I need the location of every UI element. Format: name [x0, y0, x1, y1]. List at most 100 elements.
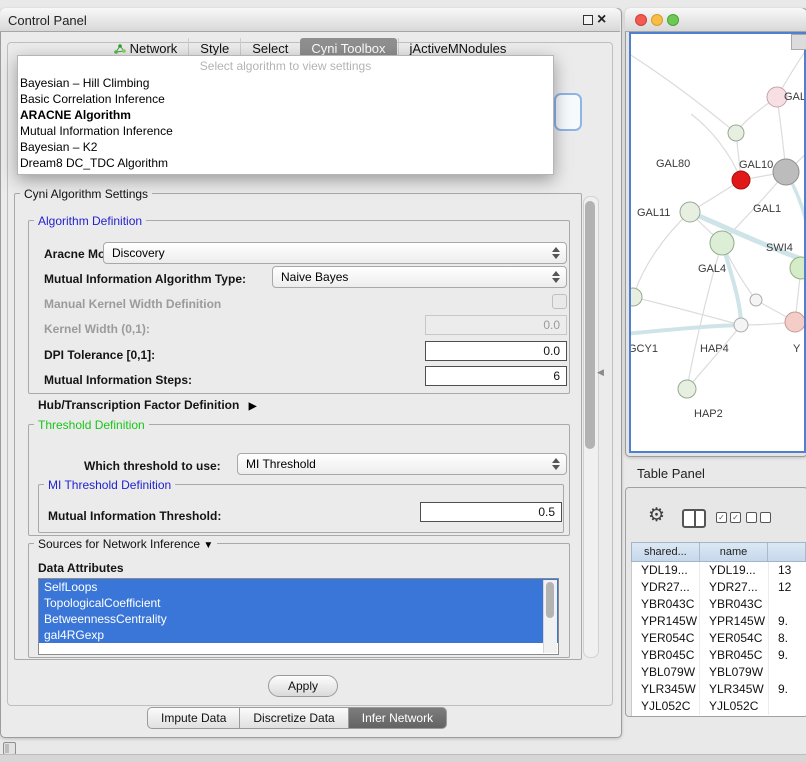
panel-divider-arrow[interactable]: ◀ — [597, 367, 604, 378]
aracne-mode-combo[interactable]: Discovery — [103, 242, 567, 264]
settings-scrollbar-thumb[interactable] — [585, 201, 595, 449]
tab-infer-network[interactable]: Infer Network — [349, 707, 447, 729]
algorithm-option[interactable]: Bayesian – K2 — [18, 139, 553, 155]
algorithm-combo-fragment[interactable] — [554, 93, 582, 131]
mi-type-combo[interactable]: Naive Bayes — [272, 266, 567, 288]
node-label: GAL4 — [698, 263, 726, 275]
apply-button[interactable]: Apply — [268, 675, 338, 697]
table-row[interactable]: YER054C YER054C 8. — [632, 630, 806, 647]
network-node[interactable] — [773, 159, 799, 185]
mi-threshold-label: Mutual Information Threshold: — [48, 509, 221, 523]
network-node[interactable] — [710, 231, 734, 255]
cell: YER054C — [700, 630, 769, 647]
table-row[interactable]: YDR27... YDR27... 12 — [632, 579, 806, 596]
network-node[interactable] — [680, 202, 700, 222]
canvas-scrollbar-fragment[interactable] — [791, 34, 806, 50]
table-row[interactable]: YBR045C YBR045C 9. — [632, 647, 806, 664]
table-row[interactable]: YDL19... YDL19... 13 — [632, 562, 806, 579]
which-threshold-value: MI Threshold — [246, 457, 316, 471]
algorithm-option-selected[interactable]: ARACNE Algorithm — [18, 107, 553, 123]
close-icon[interactable]: × — [597, 12, 606, 28]
node-label: Y — [793, 343, 801, 355]
manual-kernel-checkbox[interactable] — [552, 294, 567, 309]
list-item-selected[interactable]: gal4RGexp — [39, 627, 558, 643]
clear-all-checkboxes-icon[interactable] — [746, 512, 771, 523]
cell: 8. — [769, 630, 806, 647]
network-node[interactable] — [631, 288, 642, 306]
column-header-shared-name[interactable]: shared... — [632, 543, 700, 561]
control-panel-titlebar[interactable]: Control Panel × — [0, 8, 620, 32]
cell: YJL052C — [700, 698, 769, 715]
minimize-traffic-light[interactable] — [651, 14, 663, 26]
list-scrollbar-track[interactable] — [543, 580, 557, 653]
data-attributes-list: SelfLoops TopologicalCoefficient Between… — [38, 578, 559, 655]
kernel-width-label: Kernel Width (0,1): — [44, 322, 150, 336]
dpi-tolerance-field[interactable]: 0.0 — [425, 341, 567, 361]
network-node[interactable] — [785, 312, 804, 332]
table-row[interactable]: YBL079W YBL079W — [632, 664, 806, 681]
algorithm-option[interactable]: Basic Correlation Inference — [18, 91, 553, 107]
network-node[interactable] — [734, 318, 748, 332]
cell: YPR145W — [700, 613, 769, 630]
network-graph: GAL7 GAL80 GAL10 GAL11 GAL1 SWI4 GAL4 GC… — [631, 34, 804, 451]
combo-arrows-icon — [552, 458, 561, 470]
cell: YBR045C — [632, 647, 700, 664]
empty-box-icon — [746, 512, 757, 523]
gear-icon[interactable]: ⚙ — [648, 504, 665, 527]
network-window-titlebar[interactable] — [625, 8, 806, 32]
mi-type-value: Naive Bayes — [281, 270, 348, 284]
network-node[interactable] — [790, 257, 804, 279]
zoom-traffic-light[interactable] — [667, 14, 679, 26]
column-header-partial[interactable] — [768, 543, 806, 561]
cell: YER054C — [632, 630, 700, 647]
network-canvas[interactable]: GAL7 GAL80 GAL10 GAL11 GAL1 SWI4 GAL4 GC… — [629, 32, 806, 453]
network-node-red[interactable] — [732, 171, 750, 189]
table-row[interactable]: YJL052C YJL052C — [632, 698, 806, 715]
sources-group-toggle[interactable]: Sources for Network Inference ▼ — [34, 537, 217, 551]
tab-label: Network — [130, 41, 178, 56]
tab-discretize-data[interactable]: Discretize Data — [240, 707, 348, 729]
cell: YBL079W — [700, 664, 769, 681]
cell: YJL052C — [632, 698, 700, 715]
select-all-checkboxes-icon[interactable]: ✓ ✓ — [716, 512, 741, 523]
table-row[interactable]: YPR145W YPR145W 9. — [632, 613, 806, 630]
list-item-selected[interactable]: BetweennessCentrality — [39, 611, 558, 627]
algorithm-option[interactable]: Dream8 DC_TDC Algorithm — [18, 155, 553, 171]
table-panel-window: ⚙ ✓ ✓ shared... name YDL19... YDL19... 1… — [625, 487, 806, 717]
cell: YPR145W — [632, 613, 700, 630]
cell: YBR045C — [700, 647, 769, 664]
cell: YBL079W — [632, 664, 700, 681]
list-scrollbar-thumb[interactable] — [546, 582, 554, 618]
cell — [769, 664, 806, 681]
network-icon — [114, 42, 126, 54]
which-threshold-label: Which threshold to use: — [84, 459, 221, 473]
table-row[interactable]: YBR043C YBR043C — [632, 596, 806, 613]
table-row[interactable]: YLR345W YLR345W 9. — [632, 681, 806, 698]
algorithm-option[interactable]: Mutual Information Inference — [18, 123, 553, 139]
chevron-right-icon: ▶ — [249, 401, 257, 412]
cell: YDR27... — [632, 579, 700, 596]
manual-kernel-label: Manual Kernel Width Definition — [44, 297, 221, 311]
mi-steps-label: Mutual Information Steps: — [44, 373, 192, 387]
cell: YBR043C — [632, 596, 700, 613]
float-icon[interactable] — [583, 15, 593, 25]
network-node[interactable] — [750, 294, 762, 306]
which-threshold-combo[interactable]: MI Threshold — [237, 453, 567, 475]
list-item-selected[interactable]: TopologicalCoefficient — [39, 595, 558, 611]
network-node[interactable] — [678, 380, 696, 398]
columns-icon[interactable] — [682, 509, 706, 528]
kernel-width-field[interactable]: 0.0 — [425, 315, 567, 335]
mi-steps-field[interactable]: 6 — [425, 366, 567, 386]
network-node[interactable] — [728, 125, 744, 141]
mi-threshold-group-title: MI Threshold Definition — [44, 478, 175, 492]
algorithm-definition-title: Algorithm Definition — [34, 214, 146, 228]
checked-box-icon: ✓ — [716, 512, 727, 523]
list-item-selected[interactable]: SelfLoops — [39, 579, 558, 595]
tab-impute-data[interactable]: Impute Data — [147, 707, 240, 729]
hub-section-toggle[interactable]: Hub/Transcription Factor Definition ▶ — [38, 398, 256, 412]
threshold-definition-title: Threshold Definition — [34, 418, 149, 432]
column-header-name[interactable]: name — [700, 543, 769, 561]
algorithm-option[interactable]: Bayesian – Hill Climbing — [18, 75, 553, 91]
close-traffic-light[interactable] — [635, 14, 647, 26]
mi-threshold-field[interactable]: 0.5 — [420, 502, 562, 522]
